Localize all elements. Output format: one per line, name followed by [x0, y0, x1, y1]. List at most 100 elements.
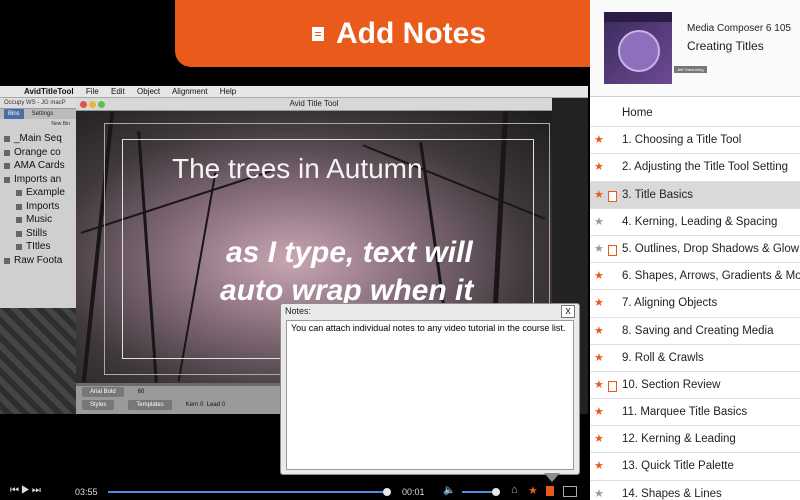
bin-item: _Main Seq [0, 132, 76, 146]
progress-knob[interactable] [383, 488, 392, 496]
bin-item: Stills [0, 227, 76, 241]
notes-icon [312, 26, 324, 41]
lesson-label: 8. Saving and Creating Media [622, 324, 774, 337]
note-icon [608, 244, 617, 256]
desktop-stripes [0, 308, 76, 414]
styles-label: Styles [82, 400, 115, 410]
time-remaining: 00:01 [402, 487, 425, 497]
lesson-item-home[interactable]: Home [590, 100, 800, 128]
mac-menubar: AvidTitleTool File Edit Object Alignment… [0, 86, 588, 98]
new-bin-label: New Bin [51, 121, 70, 127]
star-icon[interactable]: ★ [594, 453, 604, 479]
lesson-item[interactable]: ★ 1. Choosing a Title Tool [590, 127, 800, 155]
course-header: Jeff Greenberg Media Composer 6 105 Crea… [590, 0, 800, 97]
bin-item: Music [0, 213, 76, 227]
bin-panel-title: Occupy WS - JG macP [0, 98, 76, 109]
lesson-item[interactable]: ★ 14. Shapes & Lines [590, 481, 800, 500]
lesson-item[interactable]: ★ 2. Adjusting the Title Tool Setting [590, 154, 800, 182]
menubar-item-object: Object [137, 87, 161, 96]
video-title-text-2: as I type, text will [226, 236, 473, 269]
lead-label: Lead [206, 402, 221, 408]
transport-buttons[interactable]: ⏮▶⏭ [10, 485, 43, 496]
star-icon[interactable]: ★ [594, 426, 604, 452]
star-icon[interactable]: ★ [594, 345, 604, 371]
lesson-item[interactable]: ★ 6. Shapes, Arrows, Gradients & Mo [590, 263, 800, 291]
star-icon[interactable]: ★ [594, 290, 604, 316]
templates-label: Templates [128, 400, 172, 410]
star-icon[interactable]: ★ [594, 182, 604, 208]
menubar-item-edit: Edit [111, 87, 125, 96]
bin-tab-bins: Bins [4, 109, 24, 119]
lesson-label: 14. Shapes & Lines [622, 487, 722, 500]
bin-item: AMA Cards [0, 159, 76, 173]
bin-item: Imports [0, 200, 76, 214]
lesson-label: 9. Roll & Crawls [622, 351, 704, 364]
bin-item: Example [0, 186, 76, 200]
lesson-label: Home [622, 107, 653, 119]
menubar-item-file: File [85, 87, 99, 96]
title-tool-window-titlebar: Avid Title Tool [76, 98, 552, 111]
notes-popup-pointer [544, 473, 560, 482]
lesson-label: 6. Shapes, Arrows, Gradients & Mo [622, 270, 800, 283]
star-icon[interactable]: ★ [594, 481, 604, 500]
star-icon[interactable]: ★ [594, 263, 604, 289]
lead-value: 0 [221, 402, 226, 408]
lesson-label: 13. Quick Title Palette [622, 460, 734, 473]
zoom-dot-icon [98, 101, 105, 108]
menubar-item-alignment: Alignment [171, 87, 208, 96]
lesson-item[interactable]: ★ 7. Aligning Objects [590, 290, 800, 318]
course-sidebar: Jeff Greenberg Media Composer 6 105 Crea… [590, 0, 800, 500]
home-icon[interactable]: ⌂ [511, 484, 518, 496]
add-notes-banner: Add Notes [175, 0, 623, 67]
star-icon[interactable]: ★ [594, 318, 604, 344]
volume-icon[interactable]: 🔈 [443, 485, 455, 496]
close-notes-button[interactable]: X [561, 305, 575, 318]
lesson-item[interactable]: ★ 12. Kerning & Leading [590, 426, 800, 454]
lesson-item[interactable]: ★ 5. Outlines, Drop Shadows & Glow [590, 236, 800, 264]
bin-item: TItles [0, 240, 76, 254]
course-title: Media Composer 6 105 [687, 23, 791, 34]
star-icon[interactable]: ★ [594, 372, 604, 398]
bin-item: Imports an [0, 173, 76, 187]
star-icon[interactable]: ★ [594, 399, 604, 425]
star-icon[interactable]: ★ [528, 484, 538, 497]
course-author: Jeff Greenberg [674, 66, 707, 73]
lesson-label: 10. Section Review [622, 378, 721, 391]
lesson-item[interactable]: ★ 11. Marquee Title Basics [590, 399, 800, 427]
course-subtitle: Creating Titles [687, 39, 764, 53]
progress-bar[interactable] [108, 488, 392, 496]
star-icon[interactable]: ★ [594, 236, 604, 262]
star-icon[interactable]: ★ [594, 154, 604, 180]
note-icon [608, 380, 617, 392]
lesson-label: 12. Kerning & Leading [622, 433, 736, 446]
volume-slider[interactable] [462, 488, 501, 496]
star-icon[interactable]: ★ [594, 127, 604, 153]
fullscreen-icon[interactable] [563, 486, 577, 497]
close-dot-icon [80, 101, 87, 108]
kern-value: 0 [200, 402, 204, 408]
lesson-item[interactable]: ★ 4. Kerning, Leading & Spacing [590, 209, 800, 236]
bin-panel-tabs: Bins Settings [0, 109, 76, 119]
lesson-item[interactable]: ★ 9. Roll & Crawls [590, 345, 800, 372]
notes-icon[interactable] [546, 486, 554, 496]
notes-textarea[interactable]: You can attach individual notes to any v… [286, 320, 574, 470]
font-name: Arial Bold [82, 387, 124, 397]
minimize-dot-icon [89, 101, 96, 108]
lesson-item[interactable]: ★ 8. Saving and Creating Media [590, 318, 800, 345]
lesson-item[interactable]: ★ 13. Quick Title Palette [590, 453, 800, 481]
course-thumbnail [604, 12, 672, 84]
lesson-item[interactable]: ★ 3. Title Basics [590, 181, 800, 209]
volume-fill [462, 491, 497, 493]
note-icon [608, 190, 617, 202]
playback-controls: ⏮▶⏭ 03:55 00:01 🔈 ⌂ ★ [0, 483, 590, 500]
star-icon[interactable]: ★ [594, 209, 604, 235]
bin-item: Raw Foota [0, 254, 76, 268]
lesson-item[interactable]: ★ 10. Section Review [590, 372, 800, 400]
font-size: 60 [137, 389, 145, 395]
bin-list: _Main Seq Orange co AMA Cards Imports an Exa… [0, 132, 76, 267]
lesson-label: 7. Aligning Objects [622, 297, 718, 310]
time-elapsed: 03:55 [75, 487, 98, 497]
window-title: Avid Title Tool [289, 99, 339, 108]
notes-label: Notes: [285, 306, 312, 316]
volume-knob[interactable] [492, 488, 501, 496]
